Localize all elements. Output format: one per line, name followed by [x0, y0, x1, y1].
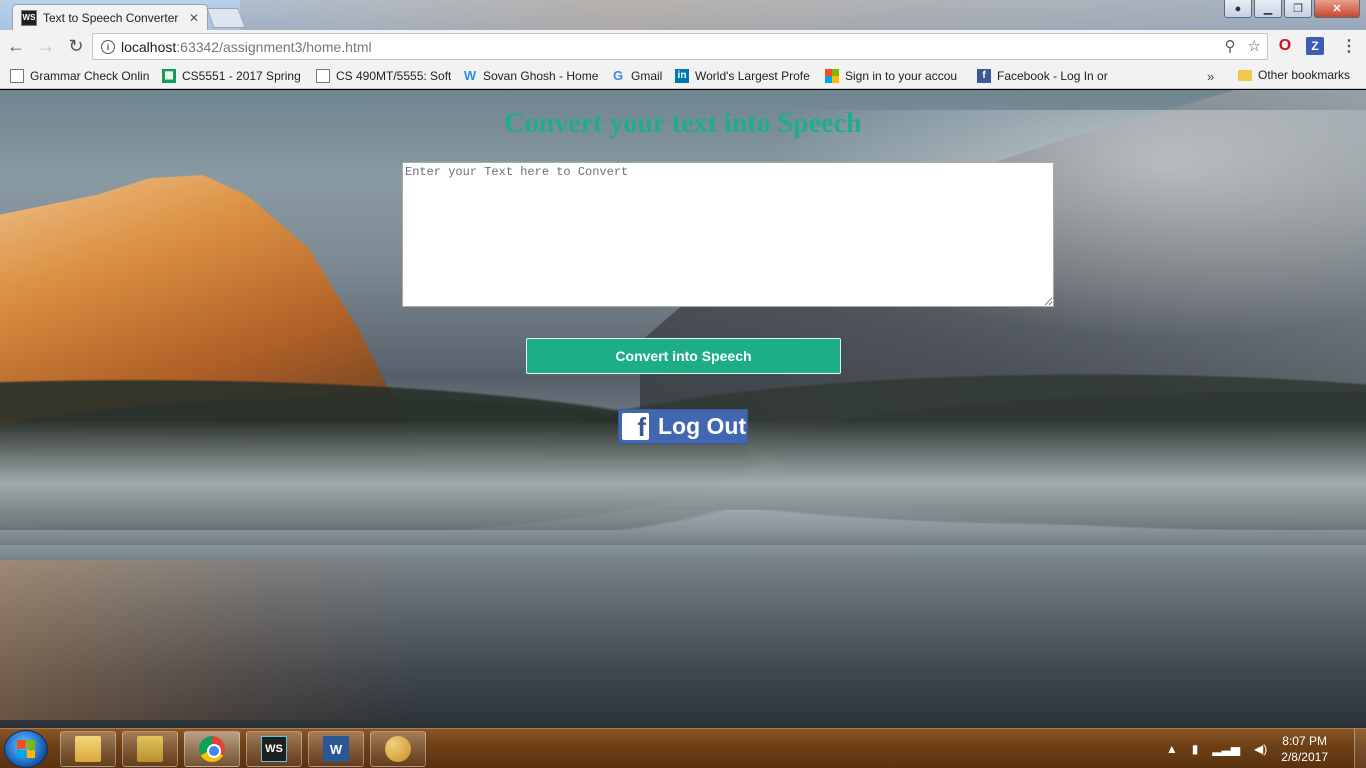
restore-button[interactable]: ❐: [1284, 0, 1312, 18]
bookmark-label: Facebook - Log In or: [997, 68, 1108, 83]
taskbar-chrome[interactable]: [184, 731, 240, 767]
browser-toolbar: ← → ↻ i localhost:63342/assignment3/home…: [0, 30, 1366, 63]
clock[interactable]: 8:07 PM 2/8/2017: [1281, 733, 1328, 765]
reload-icon: ↻: [68, 36, 84, 56]
weebly-icon: W: [463, 68, 477, 83]
forward-button[interactable]: →: [32, 33, 60, 61]
explorer-icon: [75, 736, 101, 762]
system-tray: ▲ ▮ ▂▃▅ ◀) 8:07 PM 2/8/2017: [1166, 729, 1366, 768]
show-desktop-button[interactable]: [1354, 729, 1366, 768]
microsoft-icon: [825, 68, 839, 83]
taskbar-explorer[interactable]: [60, 731, 116, 767]
bookmark-label: CS 490MT/5555: Softw: [336, 68, 451, 83]
word-icon: W: [323, 736, 349, 762]
clock-date: 2/8/2017: [1281, 750, 1328, 764]
forward-arrow-icon: →: [37, 36, 55, 56]
folder-icon: [1238, 69, 1252, 81]
tab-title: Text to Speech Converter: [43, 10, 179, 25]
google-icon: G: [612, 68, 624, 83]
power-icon[interactable]: ▮: [1192, 742, 1199, 756]
window-titlebar: WS Text to Speech Converter ✕ ● ▁ ❐ ✕: [0, 0, 1366, 30]
webstorm-icon: WS: [261, 736, 287, 762]
back-button[interactable]: ←: [2, 33, 30, 61]
text-input[interactable]: [402, 162, 1054, 307]
reload-button[interactable]: ↻: [62, 33, 90, 61]
bookmark-star-icon[interactable]: ☆: [1248, 37, 1261, 55]
user-profile-button[interactable]: ●: [1224, 0, 1252, 18]
page-title: Convert your text into Speech: [504, 108, 862, 139]
taskbar-file-explorer[interactable]: [122, 731, 178, 767]
webstorm-favicon-icon: WS: [21, 9, 37, 26]
bookmark-item[interactable]: ▦ CS5551 - 2017 Spring: [162, 68, 304, 83]
network-signal-icon[interactable]: ▂▃▅: [1212, 742, 1240, 756]
facebook-icon: f: [622, 413, 649, 440]
bookmark-item[interactable]: W Sovan Ghosh - Home: [463, 69, 599, 83]
bookmark-item[interactable]: f Facebook - Log In or: [977, 68, 1115, 83]
page-content: Convert your text into Speech Convert in…: [0, 90, 1366, 728]
bookmark-label: Sign in to your accou: [845, 68, 958, 83]
bookmark-label: World's Largest Profe: [695, 68, 810, 83]
taskbar-word[interactable]: W: [308, 731, 364, 767]
address-path: :63342/assignment3/home.html: [176, 38, 372, 55]
chrome-menu-icon[interactable]: ⋮: [1340, 37, 1358, 55]
bookmark-item[interactable]: in World's Largest Profe: [675, 68, 813, 83]
facebook-logout-button[interactable]: f Log Out: [618, 409, 748, 444]
zoom-icon[interactable]: ⚲: [1225, 37, 1236, 55]
titlebar-background: [240, 0, 1366, 30]
bookmark-item[interactable]: Grammar Check Onlin: [10, 68, 150, 83]
bookmark-label: Gmail: [631, 68, 663, 83]
bookmarks-overflow-button[interactable]: »: [1207, 69, 1214, 84]
new-tab-button[interactable]: [206, 8, 246, 28]
bookmark-label: Grammar Check Onlin: [30, 68, 150, 83]
restore-icon: ❐: [1293, 3, 1303, 15]
convert-to-speech-button[interactable]: Convert into Speech: [526, 338, 841, 374]
back-arrow-icon: ←: [7, 36, 25, 56]
minimize-icon: ▁: [1263, 3, 1273, 15]
address-host: localhost: [121, 38, 177, 55]
info-icon[interactable]: i: [101, 39, 115, 54]
bookmark-item[interactable]: CS 490MT/5555: Softw: [316, 68, 451, 83]
linkedin-icon: in: [675, 68, 689, 83]
person-icon: ●: [1234, 2, 1242, 15]
paint-icon: [385, 736, 411, 762]
bookmarks-bar: Grammar Check Onlin ▦ CS5551 - 2017 Spri…: [0, 63, 1366, 89]
logout-label: Log Out: [658, 413, 747, 439]
folder-icon: [137, 736, 163, 762]
bookmark-label: CS5551 - 2017 Spring: [182, 68, 301, 83]
bookmark-item[interactable]: G Gmail: [611, 69, 663, 83]
chrome-icon: [199, 736, 225, 762]
tray-expand-icon[interactable]: ▲: [1166, 742, 1178, 756]
zotero-extension-icon[interactable]: Z: [1306, 37, 1324, 55]
sheets-icon: ▦: [162, 68, 176, 83]
background-reflection: [0, 560, 520, 720]
tab-close-icon[interactable]: ✕: [189, 11, 199, 25]
bookmark-item[interactable]: Sign in to your accou: [825, 68, 965, 83]
window-controls: ● ▁ ❐ ✕: [1224, 0, 1360, 18]
start-button[interactable]: [4, 730, 48, 768]
facebook-icon: f: [977, 68, 991, 83]
close-window-button[interactable]: ✕: [1314, 0, 1360, 18]
document-icon: [316, 68, 330, 83]
taskbar: WS W ▲ ▮ ▂▃▅ ◀) 8:07 PM 2/8/2017: [0, 728, 1366, 768]
browser-tab[interactable]: WS Text to Speech Converter ✕: [12, 4, 208, 30]
minimize-button[interactable]: ▁: [1254, 0, 1282, 18]
opera-extension-icon[interactable]: O: [1276, 37, 1294, 55]
taskbar-webstorm[interactable]: WS: [246, 731, 302, 767]
volume-icon[interactable]: ◀): [1254, 742, 1267, 756]
taskbar-paint[interactable]: [370, 731, 426, 767]
address-bar[interactable]: i localhost:63342/assignment3/home.html …: [92, 33, 1268, 60]
other-bookmarks-folder[interactable]: Other bookmarks: [1238, 68, 1350, 82]
other-bookmarks-label: Other bookmarks: [1258, 68, 1351, 82]
document-icon: [10, 68, 24, 83]
clock-time: 8:07 PM: [1282, 734, 1327, 748]
bookmark-label: Sovan Ghosh - Home: [483, 68, 599, 83]
address-bar-actions: ⚲ ☆: [1225, 37, 1261, 55]
close-icon: ✕: [1332, 3, 1342, 15]
windows-logo-icon: [17, 740, 35, 758]
